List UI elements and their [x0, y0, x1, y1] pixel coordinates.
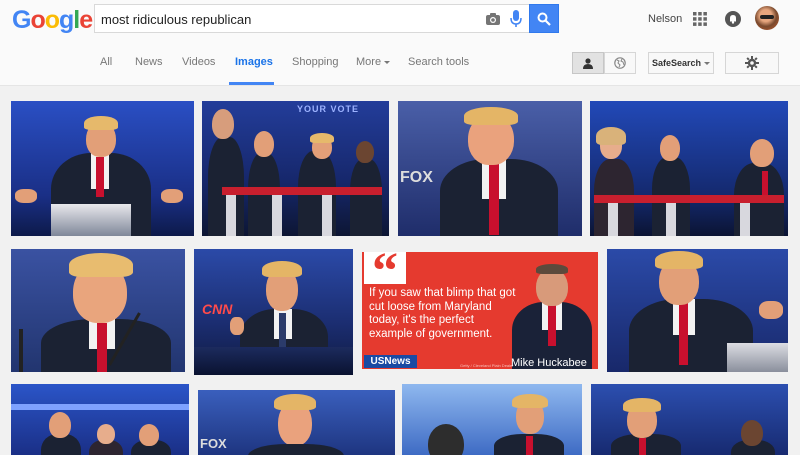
quote-attribution: Mike Huckabee	[511, 357, 587, 369]
watermark-text: YOUR VOTE	[297, 104, 360, 114]
apps-grid-icon[interactable]	[693, 12, 707, 26]
bell-icon[interactable]	[725, 11, 741, 27]
image-result[interactable]	[11, 384, 189, 455]
active-tab-indicator	[229, 82, 274, 85]
image-result[interactable]	[607, 249, 788, 372]
personal-results-button[interactable]	[572, 52, 604, 74]
magnifier-icon	[537, 12, 551, 26]
logo-letter: G	[12, 6, 31, 34]
image-result[interactable]	[591, 384, 788, 455]
search-box	[94, 4, 530, 33]
tab-news[interactable]: News	[135, 56, 163, 68]
image-result[interactable]: FOX	[398, 101, 582, 236]
search-input[interactable]	[101, 10, 471, 28]
image-result[interactable]: CNN	[194, 249, 353, 375]
cnn-logo: CNN	[202, 301, 233, 317]
logo-letter: e	[79, 6, 93, 34]
account-name-link[interactable]: Nelson	[648, 13, 682, 25]
image-result[interactable]: YOUR VOTE	[202, 101, 389, 236]
tab-shopping[interactable]: Shopping	[292, 56, 339, 68]
tab-search-tools[interactable]: Search tools	[408, 56, 469, 68]
logo-letter: o	[44, 6, 60, 34]
image-result[interactable]	[11, 249, 185, 372]
fox-logo: FOX	[200, 436, 227, 451]
tab-images[interactable]: Images	[235, 56, 273, 68]
tab-all[interactable]: All	[100, 56, 112, 68]
globe-icon	[614, 57, 626, 69]
settings-button[interactable]	[725, 52, 779, 74]
chevron-down-icon	[704, 61, 711, 65]
quote-card-image[interactable]: “ If you saw that blimp that got cut loo…	[362, 252, 598, 369]
mic-icon[interactable]	[510, 10, 522, 28]
usnews-logo: USNews	[364, 355, 417, 368]
top-bar: Google Nelson	[0, 0, 800, 42]
avatar[interactable]	[755, 6, 779, 30]
quote-text: If you saw that blimp that got cut loose…	[369, 287, 516, 340]
fox-logo: FOX	[400, 169, 433, 186]
google-logo[interactable]: Google	[12, 6, 93, 35]
search-nav: All News Videos Images Shopping More Sea…	[0, 42, 800, 86]
gear-icon	[745, 56, 759, 70]
safesearch-dropdown[interactable]: SafeSearch	[648, 52, 714, 74]
search-button[interactable]	[529, 4, 559, 33]
tab-more-label: More	[356, 56, 382, 68]
quote-mark-icon: “	[364, 252, 406, 300]
safesearch-label: SafeSearch	[651, 58, 702, 68]
image-result[interactable]	[402, 384, 582, 455]
image-result[interactable]: FOX	[198, 390, 395, 455]
global-results-button[interactable]	[604, 52, 636, 74]
logo-letter: g	[59, 6, 74, 34]
chevron-down-icon	[384, 60, 391, 64]
image-result[interactable]	[11, 101, 194, 236]
tab-videos[interactable]: Videos	[182, 56, 215, 68]
image-result[interactable]	[590, 101, 788, 236]
logo-letter: o	[30, 6, 45, 34]
person-icon	[583, 57, 593, 69]
tab-more[interactable]: More	[356, 56, 391, 68]
photo-credit: Getty / Cleveland Plain Dealer	[460, 363, 514, 368]
camera-icon[interactable]	[485, 11, 501, 27]
